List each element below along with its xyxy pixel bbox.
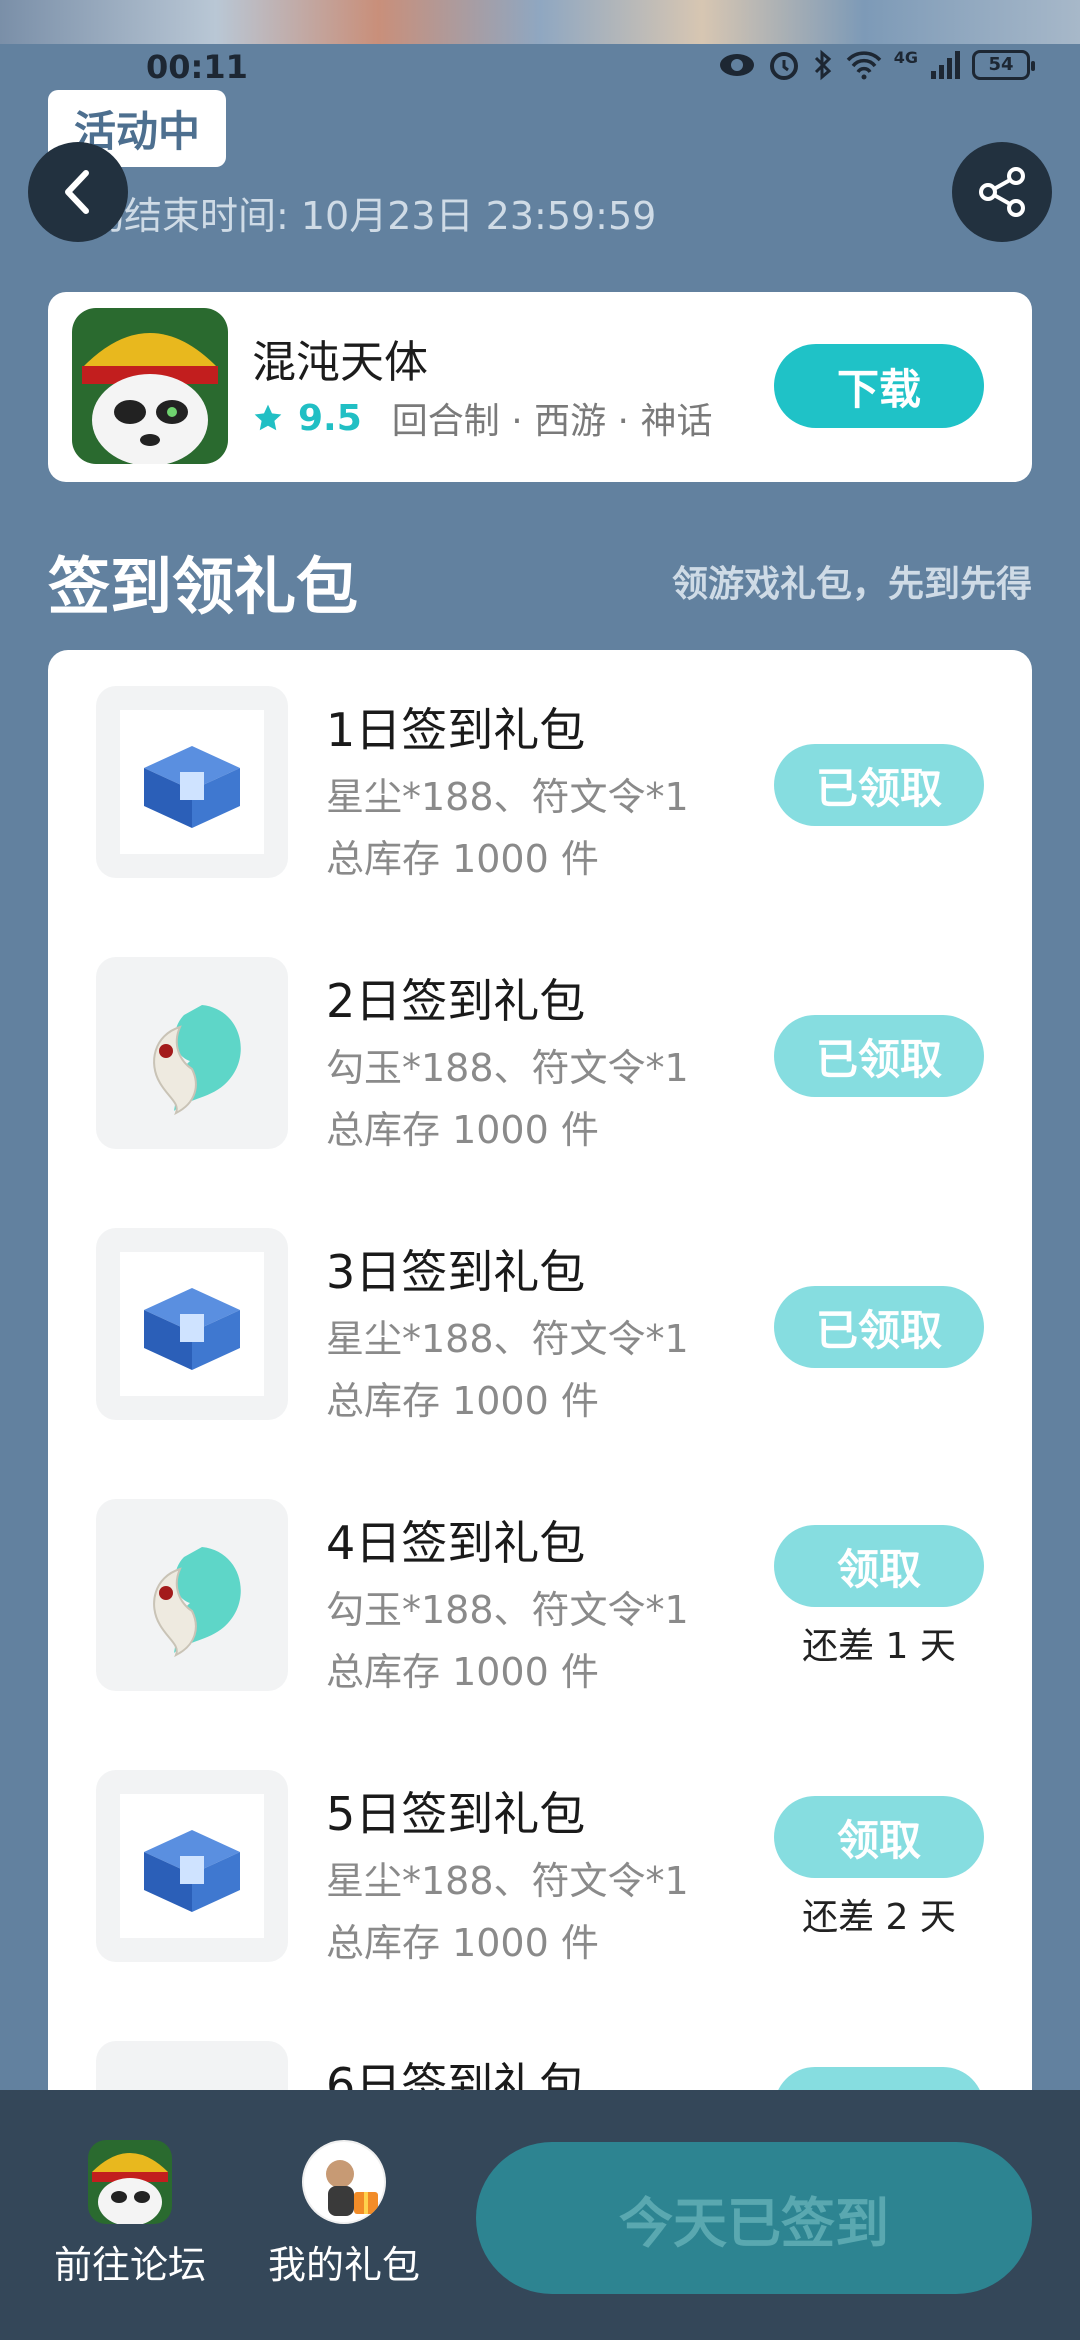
claim-button[interactable]: 领取 xyxy=(774,1796,984,1878)
list-item: 3日签到礼包 星尘*188、符文令*1 总库存 1000 件 已领取 xyxy=(48,1192,1032,1423)
claimed-button[interactable]: 已领取 xyxy=(774,744,984,826)
gift-stock: 总库存 1000 件 xyxy=(326,1921,599,1965)
forum-game-icon xyxy=(88,2140,172,2224)
gift-thumbnail xyxy=(96,1770,288,1962)
eye-icon xyxy=(719,53,754,76)
gift-thumbnail xyxy=(96,957,288,1149)
gift-title: 4日签到礼包 xyxy=(326,1516,586,1570)
list-item: 1日签到礼包 星尘*188、符文令*1 总库存 1000 件 已领取 xyxy=(48,650,1032,881)
gift-stock: 总库存 1000 件 xyxy=(326,1108,599,1152)
gift-stock: 总库存 1000 件 xyxy=(326,1650,599,1694)
my-gifts-nav-item[interactable]: 我的礼包 xyxy=(254,2140,434,2289)
gift-description: 勾玉*188、符文令*1 xyxy=(326,1046,689,1090)
bluetooth-icon xyxy=(814,49,831,80)
forum-label: 前往论坛 xyxy=(53,2243,206,2287)
forum-nav-item[interactable]: 前往论坛 xyxy=(40,2140,220,2289)
gift-description: 勾玉*188、符文令*1 xyxy=(326,1588,689,1632)
gift-thumbnail xyxy=(96,1499,288,1691)
download-button[interactable]: 下载 xyxy=(774,344,984,428)
list-item: 5日签到礼包 星尘*188、符文令*1 总库存 1000 件 领取 还差 2 天 xyxy=(48,1734,1032,1965)
game-rating: 9.5 xyxy=(298,397,362,439)
top-banner-image xyxy=(0,0,1080,44)
bottom-action-bar: 前往论坛 我的礼包 今天已签到 xyxy=(0,2090,1080,2340)
status-icons: 4G 54 xyxy=(718,48,1035,81)
alarm-icon xyxy=(769,51,798,80)
star-icon xyxy=(254,404,282,431)
share-button[interactable] xyxy=(952,142,1052,242)
gift-title: 1日签到礼包 xyxy=(326,703,586,757)
claimed-button[interactable]: 已领取 xyxy=(774,1286,984,1368)
signed-in-today-button[interactable]: 今天已签到 xyxy=(476,2142,1032,2294)
days-remaining: 还差 1 天 xyxy=(802,1626,956,1667)
magatama-icon xyxy=(153,1005,241,1116)
game-icon xyxy=(72,308,228,464)
activity-end-time: 活动结束时间: 10月23日 23:59:59 xyxy=(48,194,657,238)
section-title: 签到领礼包 xyxy=(48,550,359,623)
magatama-icon xyxy=(153,1547,241,1658)
gift-description: 星尘*188、符文令*1 xyxy=(326,1317,689,1361)
chest-icon xyxy=(144,1830,240,1912)
claimed-button[interactable]: 已领取 xyxy=(774,1015,984,1097)
gift-list: 1日签到礼包 星尘*188、符文令*1 总库存 1000 件 已领取 2日签到礼… xyxy=(48,650,1032,2150)
gift-stock: 总库存 1000 件 xyxy=(326,1379,599,1423)
chevron-left-icon xyxy=(65,170,89,214)
gift-description: 星尘*188、符文令*1 xyxy=(326,775,689,819)
avatar xyxy=(302,2140,386,2224)
list-item: 2日签到礼包 勾玉*188、符文令*1 总库存 1000 件 已领取 xyxy=(48,921,1032,1152)
gift-stock: 总库存 1000 件 xyxy=(326,837,599,881)
days-remaining: 还差 2 天 xyxy=(802,1897,956,1938)
wifi-icon xyxy=(846,50,882,79)
share-icon xyxy=(979,167,1025,217)
game-tags: 回合制 · 西游 · 神话 xyxy=(391,401,713,442)
game-name: 混沌天体 xyxy=(252,337,428,388)
status-time: 00:11 xyxy=(146,48,248,86)
gift-thumbnail xyxy=(96,686,288,878)
my-gifts-label: 我的礼包 xyxy=(267,2243,420,2287)
status-bar: 00:11 4G 54 xyxy=(0,44,1080,92)
gift-thumbnail xyxy=(96,1228,288,1420)
signal-4g-icon xyxy=(931,50,960,79)
chest-icon xyxy=(144,1288,240,1370)
game-meta: 9.5 回合制 · 西游 · 神话 xyxy=(252,392,712,444)
network-label: 4G xyxy=(893,48,918,67)
claim-button[interactable]: 领取 xyxy=(774,1525,984,1607)
gift-description: 星尘*188、符文令*1 xyxy=(326,1859,689,1903)
chest-icon xyxy=(144,746,240,828)
list-item: 4日签到礼包 勾玉*188、符文令*1 总库存 1000 件 领取 还差 1 天 xyxy=(48,1463,1032,1694)
battery-indicator: 54 xyxy=(972,49,1035,80)
gift-title: 5日签到礼包 xyxy=(326,1787,586,1841)
game-card[interactable]: 混沌天体 9.5 回合制 · 西游 · 神话 下载 xyxy=(48,292,1032,482)
gift-title: 3日签到礼包 xyxy=(326,1245,586,1299)
battery-level: 54 xyxy=(988,54,1014,75)
back-button[interactable] xyxy=(28,142,128,242)
section-subtitle: 领游戏礼包，先到先得 xyxy=(671,564,1032,605)
gift-title: 2日签到礼包 xyxy=(326,974,586,1028)
